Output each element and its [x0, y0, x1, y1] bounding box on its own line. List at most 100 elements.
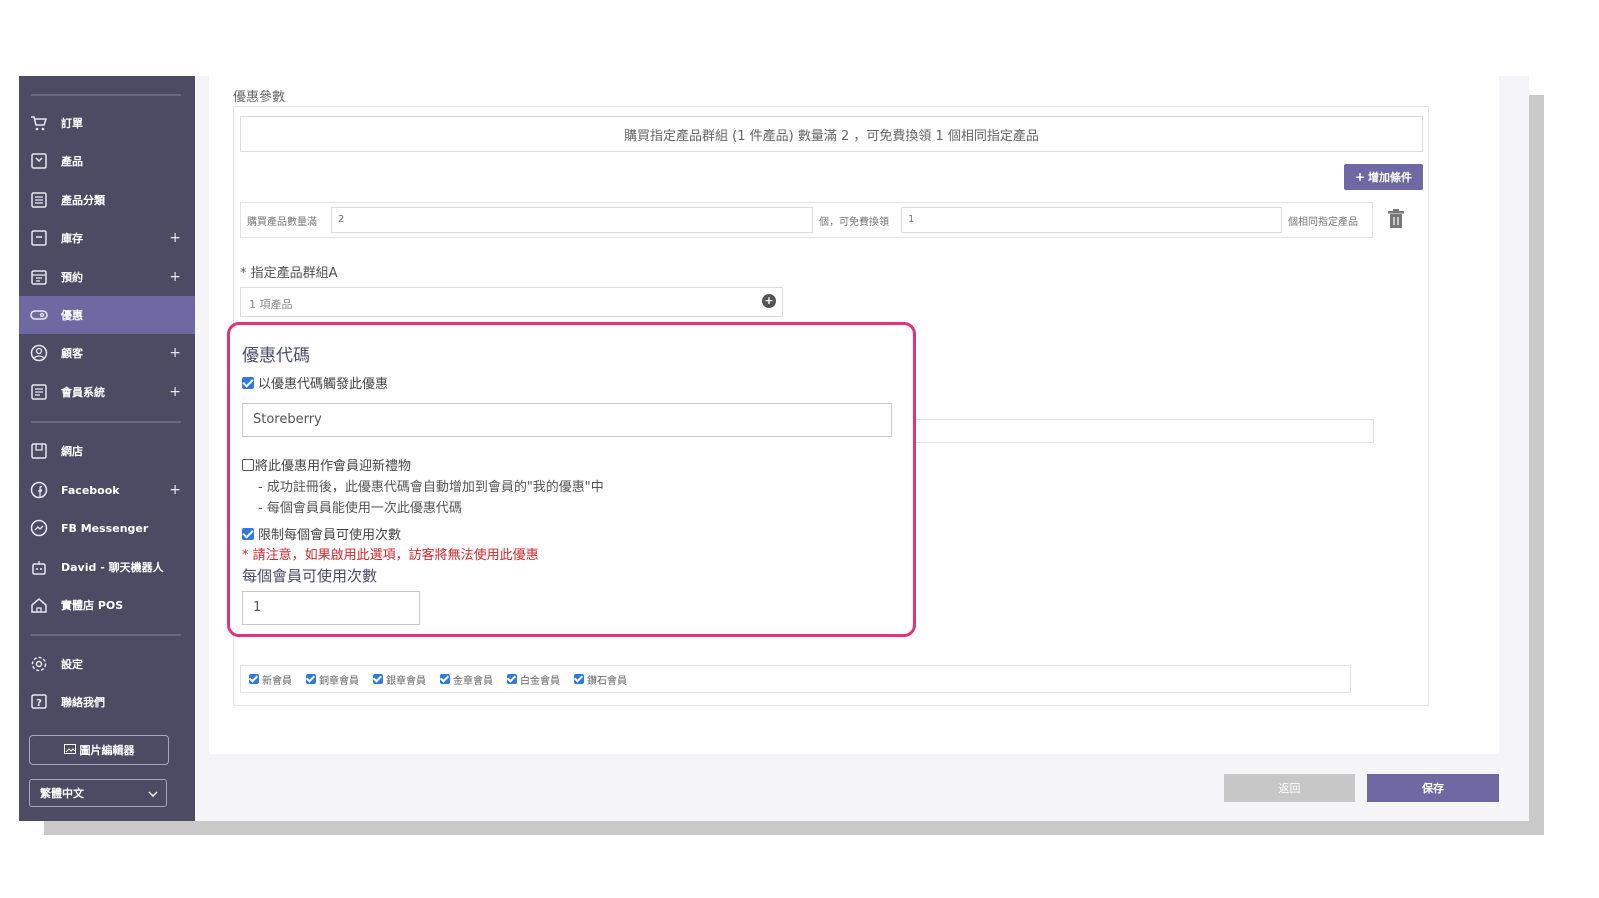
- member-tier-option[interactable]: 鑽石會員: [574, 672, 627, 687]
- same-product-label: 個相同指定產品: [1288, 217, 1358, 228]
- expand-icon[interactable]: +: [169, 384, 181, 400]
- sidebar-item-messenger[interactable]: FB Messenger: [19, 509, 195, 547]
- coupon-code-panel: 優惠代碼 以優惠代碼觸發此優惠 Storeberry 將此優惠用作會員迎新禮物 …: [227, 322, 916, 637]
- add-condition-button[interactable]: + 增加條件: [1344, 164, 1423, 190]
- sidebar-item-booking[interactable]: 預約 +: [19, 258, 195, 296]
- member-tier-option[interactable]: 新會員: [249, 672, 292, 687]
- language-selected: 繁體中文: [40, 787, 84, 800]
- gear-icon: [29, 654, 49, 674]
- calendar-icon: [29, 267, 49, 287]
- sidebar-item-label: 優惠: [61, 309, 83, 322]
- sidebar-item-label: 設定: [61, 658, 83, 671]
- limit-uses-checkbox[interactable]: [242, 527, 254, 540]
- sidebar-item-label: 實體店 POS: [61, 599, 124, 612]
- sidebar-item-webstore[interactable]: 網店: [19, 432, 195, 470]
- sidebar-item-orders[interactable]: 訂單: [19, 104, 195, 142]
- guest-warning: * 請注意，如果啟用此選項，訪客將無法使用此優惠: [242, 548, 539, 563]
- user-icon: [29, 343, 49, 363]
- sidebar-divider: [31, 421, 181, 423]
- app-window: 訂單 產品 產品分類 庫存 + 預約 + 優惠 顧客 + 會員系統 + 網店 F…: [19, 76, 1529, 821]
- sidebar-item-label: 庫存: [61, 232, 83, 245]
- home-icon: [29, 595, 49, 615]
- sidebar-item-label: 產品: [61, 155, 83, 168]
- image-editor-label: 圖片編輯器: [79, 744, 135, 757]
- member-tier-label: 銅章會員: [319, 675, 359, 687]
- member-tier-label: 鑽石會員: [587, 675, 627, 687]
- buy-qty-input[interactable]: 2: [331, 207, 813, 233]
- limit-uses-row[interactable]: 限制每個會員可使用次數: [242, 524, 401, 543]
- limit-uses-label: 限制每個會員可使用次數: [258, 528, 402, 543]
- condition-row: 購買產品數量滿 2 個，可免費換領 1 個相同指定產品: [240, 202, 1373, 238]
- chevron-down-icon: [148, 787, 158, 800]
- product-group-value: 1 項產品: [249, 298, 293, 311]
- member-tier-option[interactable]: 金章會員: [440, 672, 493, 687]
- sidebar-item-label: 產品分類: [61, 194, 105, 207]
- sidebar-item-membership[interactable]: 會員系統 +: [19, 373, 195, 411]
- sidebar-item-label: 會員系統: [61, 386, 105, 399]
- cart-icon: [29, 113, 49, 133]
- trigger-by-code-row[interactable]: 以優惠代碼觸發此優惠: [242, 373, 388, 392]
- inventory-icon: [29, 228, 49, 248]
- member-tier-checkbox[interactable]: [249, 674, 259, 684]
- trigger-by-code-label: 以優惠代碼觸發此優惠: [258, 377, 389, 392]
- sidebar-item-contact[interactable]: ? 聯絡我們: [19, 683, 195, 721]
- uses-per-member-title: 每個會員可使用次數: [242, 567, 378, 585]
- sidebar-item-promotions[interactable]: 優惠: [19, 296, 195, 334]
- product-group-input[interactable]: 1 項產品 +: [240, 287, 783, 317]
- trash-icon[interactable]: [1387, 209, 1409, 233]
- member-icon: [29, 382, 49, 402]
- trigger-by-code-checkbox[interactable]: [242, 376, 254, 389]
- member-tier-option[interactable]: 銀章會員: [373, 672, 426, 687]
- member-tier-checkbox[interactable]: [440, 674, 450, 684]
- sidebar-item-label: 網店: [61, 445, 83, 458]
- welcome-note-1: - 成功註冊後，此優惠代碼會自動增加到會員的"我的優惠"中: [258, 480, 604, 495]
- save-button[interactable]: 保存: [1367, 774, 1499, 802]
- sidebar-item-label: 顧客: [61, 347, 83, 360]
- sidebar-divider: [31, 94, 181, 96]
- promotion-summary: 購買指定產品群組 (1 件產品) 數量滿 2 ，可免費換領 1 個相同指定產品: [240, 116, 1423, 152]
- store-icon: [29, 441, 49, 461]
- sidebar-item-settings[interactable]: 設定: [19, 645, 195, 683]
- sidebar-item-products[interactable]: 產品: [19, 142, 195, 180]
- sidebar-item-label: 訂單: [61, 117, 83, 130]
- expand-icon[interactable]: +: [169, 482, 181, 498]
- back-button[interactable]: 返回: [1224, 774, 1355, 802]
- sidebar-item-label: 預約: [61, 271, 83, 284]
- free-qty-input[interactable]: 1: [901, 207, 1282, 233]
- list-icon: [29, 190, 49, 210]
- image-editor-button[interactable]: 圖片編輯器: [29, 735, 169, 765]
- expand-icon[interactable]: +: [169, 269, 181, 285]
- welcome-gift-checkbox[interactable]: [242, 458, 254, 471]
- member-tier-option[interactable]: 銅章會員: [306, 672, 359, 687]
- member-tier-option[interactable]: 白金會員: [507, 672, 560, 687]
- free-qty-label: 個，可免費換領: [819, 217, 889, 228]
- sidebar: 訂單 產品 產品分類 庫存 + 預約 + 優惠 顧客 + 會員系統 + 網店 F…: [19, 76, 195, 821]
- sidebar-divider: [31, 634, 181, 636]
- coupon-code-input[interactable]: Storeberry: [242, 403, 892, 437]
- member-tier-label: 銀章會員: [386, 675, 426, 687]
- welcome-note-2: - 每個會員員能使用一次此優惠代碼: [258, 501, 462, 516]
- sidebar-item-label: 聯絡我們: [61, 696, 105, 709]
- sidebar-item-facebook[interactable]: Facebook +: [19, 471, 195, 509]
- sidebar-item-label: Facebook: [61, 483, 120, 497]
- add-circle-icon[interactable]: +: [762, 294, 776, 308]
- sidebar-item-pos[interactable]: 實體店 POS: [19, 586, 195, 624]
- member-tier-checkbox[interactable]: [574, 674, 584, 684]
- member-tier-checkbox[interactable]: [373, 674, 383, 684]
- plus-icon: +: [1354, 170, 1366, 184]
- member-tier-checkbox[interactable]: [507, 674, 517, 684]
- welcome-gift-row[interactable]: 將此優惠用作會員迎新禮物: [242, 455, 411, 474]
- background-input: [909, 419, 1374, 443]
- welcome-gift-label: 將此優惠用作會員迎新禮物: [255, 459, 412, 474]
- sidebar-item-inventory[interactable]: 庫存 +: [19, 219, 195, 257]
- expand-icon[interactable]: +: [169, 230, 181, 246]
- sidebar-item-customers[interactable]: 顧客 +: [19, 334, 195, 372]
- expand-icon[interactable]: +: [169, 345, 181, 361]
- help-icon: ?: [29, 692, 49, 712]
- language-select[interactable]: 繁體中文: [29, 779, 167, 807]
- sidebar-item-categories[interactable]: 產品分類: [19, 181, 195, 219]
- add-condition-label: 增加條件: [1368, 171, 1413, 184]
- sidebar-item-chatbot[interactable]: David - 聊天機器人: [19, 548, 195, 586]
- uses-per-member-input[interactable]: 1: [242, 591, 420, 625]
- member-tier-checkbox[interactable]: [306, 674, 316, 684]
